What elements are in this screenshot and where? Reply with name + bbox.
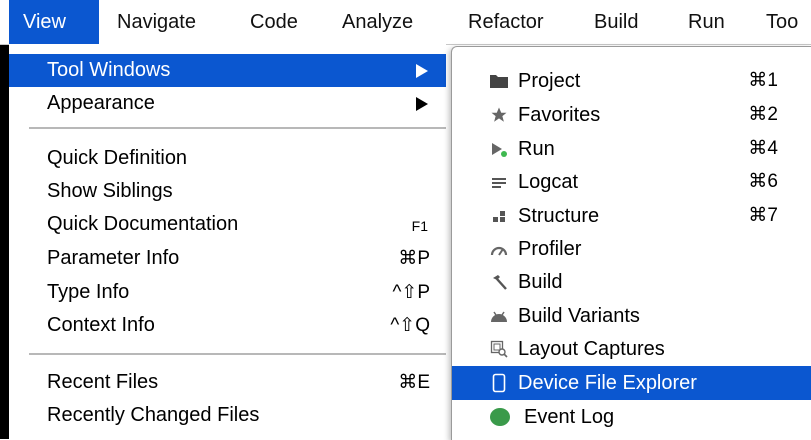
menu-item-label: Recently Changed Files [47,404,260,426]
menu-item-label: Recent Files [47,371,159,393]
menu-item-shortcut: ⌘P [398,248,430,269]
submenu-item-label: Profiler [518,238,582,260]
submenu-item-shortcut: ⌘4 [748,138,778,159]
menu-item-shortcut: F1 [411,218,428,234]
menu-item-label: Tool Windows [47,59,171,81]
menubar-analyze[interactable]: Analyze [342,0,413,44]
submenu-item-label: Favorites [518,104,601,126]
menu-item-recently-changed-files[interactable]: Recently Changed Files [9,399,446,432]
submenu-item-layout-captures[interactable]: Layout Captures [452,332,811,366]
submenu-item-label: Logcat [518,171,579,193]
submenu-item-shortcut: ⌘7 [748,205,778,226]
submenu-item-build[interactable]: Build [452,265,811,299]
menu-item-label: Parameter Info [47,247,180,269]
menu-item-recent-files[interactable]: Recent Files ⌘E [9,366,446,399]
submenu-item-shortcut: ⌘6 [748,171,778,192]
submenu-item-event-log[interactable]: Event Log [452,400,811,434]
menu-item-label: Appearance [47,92,155,114]
menu-item-tool-windows[interactable]: Tool Windows [9,54,446,87]
submenu-item-label: Layout Captures [518,338,665,360]
star-icon [489,106,509,124]
menubar-code[interactable]: Code [250,0,298,44]
menubar-navigate[interactable]: Navigate [117,0,196,44]
menu-item-quick-definition[interactable]: Quick Definition [9,142,446,175]
menu-item-type-info[interactable]: Type Info ^⇧P [9,276,446,309]
submenu-item-profiler[interactable]: Profiler [452,232,811,266]
menu-item-label: Quick Definition [47,147,188,169]
submenu-item-favorites[interactable]: Favorites ⌘2 [452,98,811,132]
menubar-tools[interactable]: Too [766,0,798,44]
profiler-icon [489,240,509,258]
menu-item-show-siblings[interactable]: Show Siblings [9,175,446,208]
submenu-item-label: Run [518,138,555,160]
menubar-build[interactable]: Build [594,0,638,44]
submenu-item-build-variants[interactable]: Build Variants [452,299,811,333]
submenu-arrow-icon [416,97,428,111]
submenu-item-shortcut: ⌘2 [748,104,778,125]
menubar: View Navigate Code Analyze Refactor Buil… [0,0,811,45]
window-edge [0,0,9,439]
menu-separator [29,127,446,129]
hammer-icon [489,273,509,291]
menu-item-label: Context Info [47,314,155,336]
submenu-item-shortcut: ⌘1 [748,70,778,91]
menu-item-quick-documentation[interactable]: Quick Documentation F1 [9,208,446,241]
submenu-item-label: Device File Explorer [518,372,697,394]
folder-icon [489,72,509,90]
menu-item-context-info[interactable]: Context Info ^⇧Q [9,309,446,342]
submenu-item-project[interactable]: Project ⌘1 [452,64,811,98]
submenu-item-label: Structure [518,205,600,227]
event-log-icon [488,408,512,426]
menu-item-label: Quick Documentation [47,213,239,235]
menu-item-shortcut: ⌘E [398,372,430,393]
submenu-item-run[interactable]: Run ⌘4 [452,132,811,166]
layout-captures-icon [489,340,509,358]
device-icon [489,373,509,393]
android-icon [489,307,509,325]
menu-item-shortcut: ^⇧Q [390,315,430,336]
menu-separator [29,353,446,355]
submenu-item-label: Build Variants [518,305,640,327]
submenu-item-label: Event Log [524,406,615,428]
menu-item-shortcut: ^⇧P [392,282,430,303]
submenu-item-logcat[interactable]: Logcat ⌘6 [452,165,811,199]
menu-item-parameter-info[interactable]: Parameter Info ⌘P [9,242,446,275]
run-icon [489,140,509,158]
menubar-refactor[interactable]: Refactor [468,0,544,44]
submenu-item-label: Build [518,271,563,293]
logcat-icon [489,173,509,191]
menubar-view[interactable]: View [9,0,99,44]
submenu-item-device-file-explorer[interactable]: Device File Explorer [452,366,811,400]
menubar-run[interactable]: Run [688,0,725,44]
menu-item-appearance[interactable]: Appearance [9,87,446,120]
menu-item-label: Type Info [47,281,130,303]
view-menu: Tool Windows Appearance Quick Definition… [9,44,446,439]
submenu-arrow-icon [416,64,428,78]
submenu-item-structure[interactable]: Structure ⌘7 [452,199,811,233]
submenu-item-label: Project [518,70,581,92]
tool-windows-submenu: Project ⌘1 Favorites ⌘2 Run ⌘4 Logcat ⌘6… [451,46,811,440]
structure-icon [489,207,509,225]
menu-item-label: Show Siblings [47,180,173,202]
